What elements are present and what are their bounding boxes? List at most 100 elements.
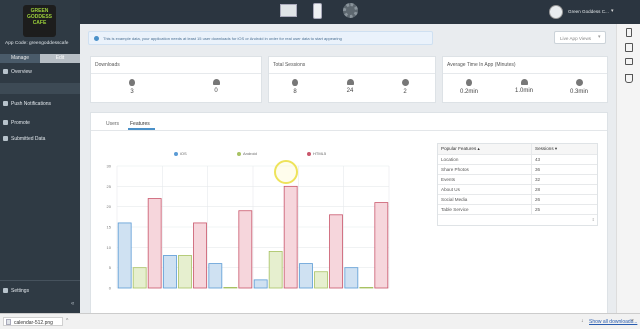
logo-line: CAFE — [32, 20, 47, 26]
close-icon[interactable]: × — [631, 318, 634, 324]
y-tick-label: 25 — [107, 184, 112, 189]
table-footer-row: ⇕ — [438, 214, 597, 225]
table-row: Social Media 26 — [438, 194, 597, 204]
table-cell: 36 — [535, 167, 541, 172]
stat-html5: 2 — [390, 79, 420, 95]
tab-edit[interactable]: Edit — [40, 54, 80, 63]
bar-html5 — [238, 210, 253, 289]
tablet-icon[interactable] — [625, 43, 633, 52]
card-title: Total Sessions — [273, 62, 306, 68]
html5-icon — [575, 79, 583, 86]
stat-value: 2 — [403, 89, 407, 95]
table-row: Events 32 — [438, 174, 597, 184]
column-header-feature[interactable]: Popular Features ▴ — [438, 144, 532, 154]
cursor-highlight — [274, 160, 298, 184]
live-app-views-dropdown[interactable]: Live App Views ▾ — [554, 31, 606, 44]
sidebar-item-label: Push Notifications — [11, 101, 52, 107]
chevron-down-icon[interactable]: ▾ — [611, 8, 614, 14]
column-header-label: Popular Features — [441, 146, 477, 151]
tab-users[interactable]: Users — [106, 121, 119, 127]
average-time-card: Average Time In App (Minutes) 0.2min 1.0… — [442, 56, 608, 103]
bar-android — [223, 286, 238, 289]
html5-icon[interactable] — [625, 74, 633, 83]
share-icon — [3, 120, 8, 125]
table-row: About Us 28 — [438, 184, 597, 194]
stat-android: 24 — [335, 79, 365, 94]
tab-manage[interactable]: Manage — [0, 54, 40, 63]
sidebar-item-push-notifications[interactable]: Push Notifications — [0, 98, 80, 110]
main-content: This is example data, your application n… — [88, 28, 610, 313]
column-header-sessions[interactable]: Sessions ▾ — [532, 144, 597, 154]
download-filename: calendar-512.png — [14, 320, 53, 326]
dropdown-label: Live App Views — [560, 36, 592, 41]
table-resize-handle[interactable]: ⇕ — [592, 215, 595, 225]
gear-icon — [3, 288, 8, 293]
bar-android — [314, 271, 328, 289]
bar-ios — [208, 263, 223, 289]
download-bar: calendar-512.png ^ ↓ Show all downloads.… — [0, 313, 640, 329]
sidebar-item-overview[interactable]: Overview — [0, 66, 80, 78]
table-row: Table Service 25 — [438, 204, 597, 214]
bar-ios — [299, 263, 313, 289]
sidebar-item-settings[interactable]: Settings — [0, 285, 80, 297]
sidebar-item-label: Promote — [11, 120, 30, 126]
sidebar-divider — [0, 280, 80, 281]
stat-ios: 0.2min — [454, 79, 484, 95]
bar-android — [268, 251, 283, 289]
download-item[interactable]: calendar-512.png — [3, 317, 63, 326]
stat-value: 0.2min — [459, 89, 478, 95]
table-cell: Table Service — [438, 205, 532, 214]
card-divider — [443, 73, 607, 74]
android-icon — [212, 79, 220, 85]
stat-ios: 3 — [117, 79, 147, 95]
y-tick-label: 0 — [109, 286, 112, 291]
y-tick-label: 20 — [107, 204, 112, 209]
phone-preview-icon[interactable] — [313, 3, 322, 19]
sidebar: GREEN GODDESS CAFE App Code: greengoddes… — [0, 0, 80, 313]
table-cell: 28 — [535, 187, 541, 192]
stat-android: 1.0min — [509, 79, 539, 94]
table-row: Location 43 — [438, 154, 597, 164]
chevron-down-icon: ▾ — [598, 34, 601, 40]
card-title: Downloads — [95, 62, 120, 68]
card-title: Average Time In App (Minutes) — [447, 62, 516, 68]
bell-icon — [3, 101, 8, 106]
stat-android: 0 — [201, 79, 231, 94]
bar-ios — [253, 279, 268, 289]
table-cell: About Us — [438, 185, 532, 194]
tab-features[interactable]: Features — [130, 121, 150, 127]
sidebar-item-label: Submitted Data — [11, 136, 46, 142]
stat-value: 0.3min — [569, 89, 588, 95]
sidebar-item-promote[interactable]: Promote — [0, 117, 80, 129]
bar-android — [359, 286, 374, 289]
bar-html5 — [329, 214, 343, 289]
stat-value: 24 — [346, 88, 354, 94]
stat-value: 3 — [130, 89, 134, 95]
table-cell: 25 — [535, 207, 541, 212]
table-header-row: Popular Features ▴ Sessions ▾ — [438, 144, 597, 154]
phone-icon[interactable] — [626, 28, 632, 37]
sidebar-subitem-highlight[interactable] — [0, 83, 80, 94]
features-bar-chart: 0 5 10 15 20 25 30 — [107, 164, 390, 291]
bar-ios — [344, 267, 359, 289]
gear-icon[interactable] — [343, 3, 358, 18]
table-row: Share Photos 36 — [438, 164, 597, 174]
stat-value: 8 — [293, 89, 297, 95]
app-code: App Code: greengoddesscafe — [5, 41, 69, 46]
file-icon — [6, 319, 11, 325]
user-name[interactable]: Green Goddess C... — [568, 9, 609, 14]
downloads-card: Downloads 3 0 — [90, 56, 262, 103]
sidebar-item-submitted-data[interactable]: Submitted Data — [0, 133, 80, 145]
card-divider — [269, 73, 435, 74]
collapse-sidebar-icon[interactable]: « — [71, 301, 74, 307]
column-header-label: Sessions — [535, 146, 554, 151]
total-sessions-card: Total Sessions 8 24 2 — [268, 56, 436, 103]
chevron-up-icon[interactable]: ^ — [66, 318, 68, 324]
html5-icon — [401, 79, 409, 86]
avatar[interactable] — [549, 5, 563, 19]
desktop-preview-icon[interactable] — [280, 4, 297, 17]
bar-ios — [163, 255, 177, 289]
print-icon[interactable] — [625, 58, 633, 65]
tabs-divider — [91, 130, 607, 131]
table-cell: 32 — [535, 177, 541, 182]
